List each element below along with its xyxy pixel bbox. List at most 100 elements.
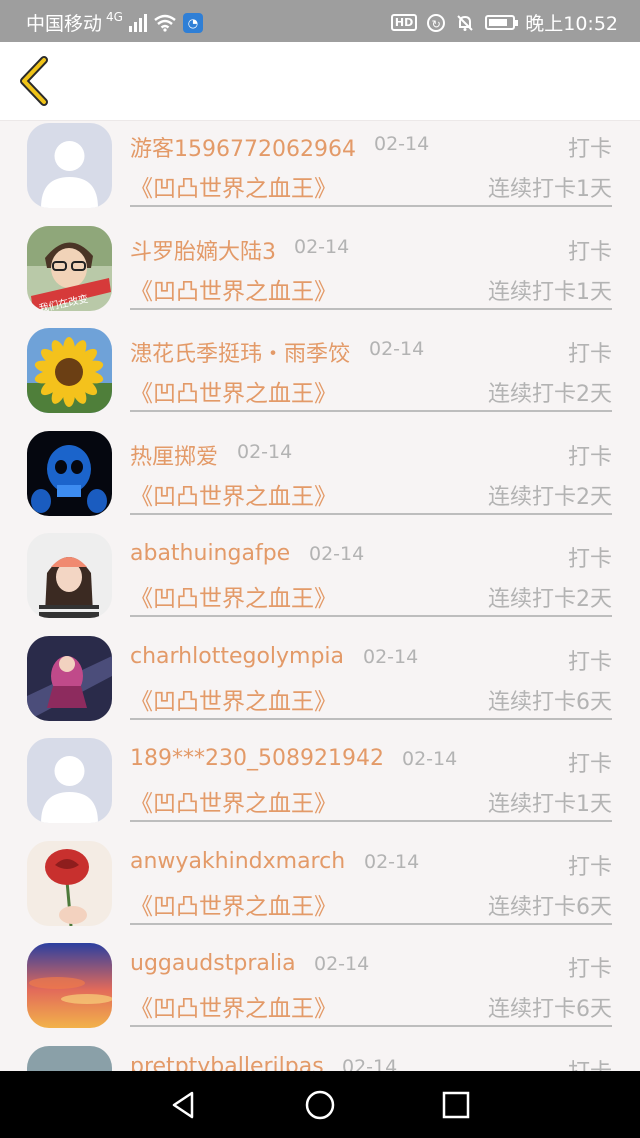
avatar[interactable] — [27, 635, 112, 721]
back-button[interactable] — [14, 56, 58, 106]
book-title-link[interactable]: 《凹凸世界之血王》 — [130, 477, 337, 511]
streak-label: 连续打卡1天 — [488, 792, 612, 817]
checkin-label: 打卡 — [567, 444, 612, 470]
carrier-label: 中国移动 — [26, 13, 103, 35]
clock-label: 晚上10:52 — [525, 13, 618, 35]
book-title-link[interactable]: 《凹凸世界之血王》 — [130, 682, 337, 716]
checkin-row[interactable]: abathuingafpe 02-14 打卡《凹凸世界之血王》 连续打卡2天 — [0, 531, 640, 634]
checkin-date: 02-14 — [402, 748, 458, 770]
checkin-row[interactable]: anwyakhindxmarch 02-14 打卡《凹凸世界之血王》 连续打卡6天 — [0, 839, 640, 942]
avatar[interactable] — [27, 533, 112, 618]
streak-label: 连续打卡6天 — [488, 997, 612, 1022]
nav-home-button[interactable] — [300, 1085, 340, 1125]
book-title-link[interactable]: 《凹凸世界之血王》 — [130, 272, 337, 306]
checkin-label: 打卡 — [568, 1054, 612, 1072]
checkin-date: 02-14 — [237, 440, 293, 463]
network-type-label: 4G — [106, 9, 123, 24]
square-recent-icon — [442, 1091, 470, 1119]
checkin-date: 02-14 — [364, 850, 420, 873]
chevron-left-icon — [20, 56, 48, 106]
row-divider — [130, 922, 612, 925]
checkin-label: 打卡 — [567, 957, 612, 982]
checkin-label: 打卡 — [567, 854, 612, 880]
checkin-row[interactable]: uggaudstpralia 02-14 打卡《凹凸世界之血王》 连续打卡6天 — [0, 941, 640, 1044]
top-header — [0, 42, 640, 121]
app-notification-icon: ◔ — [182, 12, 203, 33]
row-divider — [130, 1025, 612, 1027]
streak-label: 连续打卡6天 — [488, 894, 612, 920]
streak-label: 连续打卡2天 — [488, 484, 612, 510]
mute-bell-icon — [457, 14, 473, 31]
checkin-label: 打卡 — [567, 752, 612, 777]
checkin-row[interactable]: 我们在改变 斗罗胎嫡大陆3 02-14 打卡《凹凸世界之血王》 连续打卡1天 — [0, 224, 640, 327]
checkin-label: 打卡 — [567, 137, 612, 162]
avatar[interactable] — [27, 328, 112, 413]
checkin-row[interactable]: 热厘掷爱 02-14 打卡《凹凸世界之血王》 连续打卡2天 — [0, 429, 640, 532]
triangle-back-icon — [172, 1091, 194, 1119]
book-title-link[interactable]: 《凹凸世界之血王》 — [130, 887, 337, 921]
status-bar: 中国移动 4G ◔ HD ↻ 晚上10:52 — [0, 0, 640, 42]
user-name[interactable]: anwyakhindxmarch — [130, 849, 345, 874]
avatar[interactable] — [27, 943, 112, 1028]
streak-label: 连续打卡1天 — [488, 177, 612, 202]
checkin-row[interactable]: 游客1596772062964 02-14 打卡《凹凸世界之血王》 连续打卡1天 — [0, 121, 640, 224]
status-left: 中国移动 4G ◔ — [26, 9, 203, 36]
book-title-link[interactable]: 《凹凸世界之血王》 — [130, 374, 337, 408]
circle-home-icon — [305, 1090, 335, 1120]
checkin-label: 打卡 — [567, 547, 612, 572]
checkin-list[interactable]: 游客1596772062964 02-14 打卡 《凹凸世界之血王》 连续打卡1天 我们… — [0, 121, 640, 1071]
user-name[interactable]: 漶花氏季挺玮・雨季饺 — [130, 336, 350, 368]
checkin-date: 02-14 — [369, 338, 425, 360]
signal-icon — [128, 13, 147, 32]
row-divider — [130, 615, 612, 617]
user-name[interactable]: abathuingafpe — [130, 541, 290, 566]
user-name[interactable]: 189***230_508921942 — [130, 746, 384, 771]
checkin-row[interactable]: 189***230_508921942 02-14 打卡《凹凸世界之血王》 连续打卡1… — [0, 736, 640, 839]
checkin-date: 02-14 — [374, 133, 430, 155]
checkin-row[interactable]: pretptyballerilpas 02-14 打卡 — [0, 1044, 640, 1072]
row-divider — [130, 820, 612, 822]
book-title-link[interactable]: 《凹凸世界之血王》 — [130, 579, 337, 613]
book-title-link[interactable]: 《凹凸世界之血王》 — [130, 989, 337, 1023]
checkin-date: 02-14 — [294, 235, 350, 258]
avatar[interactable] — [27, 1045, 112, 1071]
user-name[interactable]: uggaudstpralia — [130, 951, 296, 976]
avatar[interactable] — [27, 738, 112, 823]
user-name[interactable]: charhlottegolympia — [130, 644, 344, 669]
battery-icon — [485, 15, 519, 30]
wifi-icon — [154, 14, 176, 32]
data-saver-icon: ↻ — [427, 13, 446, 32]
nav-recent-button[interactable] — [436, 1085, 476, 1125]
checkin-date: 02-14 — [342, 1055, 398, 1072]
checkin-date: 02-14 — [314, 953, 370, 975]
row-divider — [130, 512, 612, 515]
navigation-bar — [0, 1071, 640, 1138]
row-divider — [130, 717, 612, 720]
avatar[interactable] — [27, 123, 112, 208]
checkin-label: 打卡 — [567, 239, 612, 265]
row-divider — [130, 307, 612, 310]
book-title-link[interactable]: 《凹凸世界之血王》 — [130, 784, 337, 818]
checkin-date: 02-14 — [363, 645, 419, 668]
streak-label: 连续打卡2天 — [488, 382, 612, 407]
avatar[interactable] — [27, 430, 112, 516]
row-divider — [130, 205, 612, 207]
avatar[interactable] — [27, 840, 112, 926]
streak-label: 连续打卡1天 — [488, 279, 612, 305]
avatar[interactable]: 我们在改变 — [27, 225, 112, 311]
user-name[interactable]: 斗罗胎嫡大陆3 — [130, 234, 276, 266]
streak-label: 连续打卡2天 — [488, 587, 612, 612]
user-name[interactable]: 游客1596772062964 — [130, 131, 356, 163]
row-divider — [130, 410, 612, 412]
user-name[interactable]: 热厘掷爱 — [130, 439, 218, 471]
streak-label: 连续打卡6天 — [488, 689, 612, 715]
status-right: HD ↻ 晚上10:52 — [390, 9, 618, 36]
nav-back-button[interactable] — [164, 1085, 204, 1125]
hd-icon: HD — [390, 14, 418, 31]
checkin-row[interactable]: charhlottegolympia 02-14 打卡《凹凸世界之血王》 连续打卡6天 — [0, 634, 640, 737]
checkin-row[interactable]: 漶花氏季挺玮・雨季饺 02-14 打卡 《凹凸世界之血王》 连续打卡2天 — [0, 326, 640, 429]
book-title-link[interactable]: 《凹凸世界之血王》 — [130, 169, 337, 203]
user-name[interactable]: pretptyballerilpas — [130, 1054, 324, 1072]
checkin-label: 打卡 — [567, 649, 612, 675]
checkin-date: 02-14 — [309, 543, 365, 565]
